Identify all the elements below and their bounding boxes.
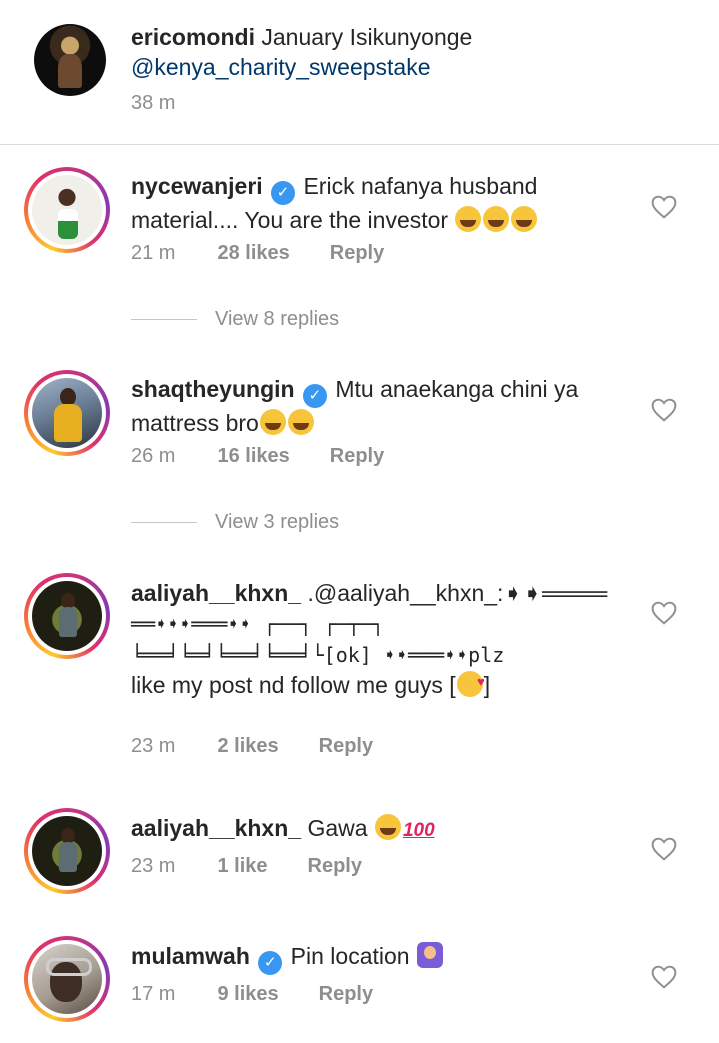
comment-likes-count[interactable]: 2 likes: [217, 735, 278, 758]
heart-outline-icon[interactable]: [651, 195, 677, 219]
comment-time: 23 m: [131, 855, 176, 877]
comment-likes-count[interactable]: 16 likes: [217, 445, 289, 468]
caption-username[interactable]: ericomondi: [131, 24, 255, 50]
verified-badge-icon: ✓: [271, 181, 296, 205]
verified-badge-icon: ✓: [302, 384, 327, 408]
comment-time: 23 m: [131, 735, 176, 757]
face-with-tears-of-joy-emoji-icon: [287, 409, 314, 435]
comment-text: aaliyah__khxn_ .@aaliyah__khxn_:➧➧════ ═…: [131, 578, 651, 700]
author-avatar[interactable]: [34, 24, 106, 96]
comment-meta: 21 m 28 likes Reply: [131, 242, 384, 265]
comment-body-line4: like my post nd follow me guys [: [131, 672, 456, 698]
comment-meta: 17 m 9 likes Reply: [131, 983, 373, 1006]
rolling-on-floor-laughing-emoji-icon: [511, 206, 538, 232]
comment-username[interactable]: aaliyah__khxn_: [131, 815, 301, 841]
comment-text: nycewanjeri ✓ Erick nafanya husband mate…: [131, 171, 538, 235]
reply-button[interactable]: Reply: [330, 445, 384, 468]
reply-button[interactable]: Reply: [308, 855, 362, 878]
comment-username[interactable]: nycewanjeri: [131, 173, 263, 199]
face-with-tears-of-joy-emoji-icon: [374, 814, 401, 840]
comment-time: 17 m: [131, 983, 176, 1005]
comment-body-line2: ══➧➧➧═══➧➧ ┌──┐ ┌─┬─┐: [131, 612, 384, 636]
heart-outline-icon[interactable]: [651, 601, 677, 625]
divider: [131, 522, 197, 523]
comment-meta: 26 m 16 likes Reply: [131, 445, 384, 468]
comment-text: mulamwah ✓ Pin location: [131, 941, 444, 975]
comment-meta: 23 m 2 likes Reply: [131, 735, 373, 758]
rolling-on-floor-laughing-emoji-icon: [455, 206, 482, 232]
divider: [131, 319, 197, 320]
comment-likes-count[interactable]: 28 likes: [217, 242, 289, 265]
comment-body-line1: .@aaliyah__khxn_:➧➧════: [307, 580, 608, 606]
face-blowing-a-kiss-emoji-icon: [456, 667, 485, 697]
comment-body-line2: mattress bro: [131, 410, 259, 436]
reply-button[interactable]: Reply: [319, 735, 373, 758]
commenter-avatar[interactable]: [24, 167, 110, 253]
verified-badge-icon: ✓: [258, 951, 283, 975]
comment-username[interactable]: mulamwah: [131, 943, 250, 969]
comment-username[interactable]: aaliyah__khxn_: [131, 580, 301, 606]
view-replies-label: View 8 replies: [215, 308, 340, 330]
view-replies-button[interactable]: View 8 replies: [131, 308, 339, 331]
commenter-avatar[interactable]: [24, 573, 110, 659]
woman-gesturing-no-emoji-icon: [416, 942, 443, 968]
view-replies-button[interactable]: View 3 replies: [131, 511, 339, 534]
heart-outline-icon[interactable]: [651, 398, 677, 422]
comment-body-line1: Mtu anaekanga chini ya: [335, 376, 579, 402]
commenter-avatar[interactable]: [24, 370, 110, 456]
comment-body-line1: Pin location: [290, 943, 410, 969]
caption-mention-link[interactable]: @kenya_charity_sweepstake: [131, 54, 431, 80]
comment-time: 21 m: [131, 242, 176, 264]
commenter-avatar[interactable]: [24, 808, 110, 894]
post-caption: ericomondi January Isikunyonge @kenya_ch…: [0, 0, 719, 145]
heart-outline-icon[interactable]: [651, 837, 677, 861]
rolling-on-floor-laughing-emoji-icon: [483, 206, 510, 232]
caption-meta: 38 m: [131, 92, 175, 115]
caption-text: ericomondi January Isikunyonge @kenya_ch…: [131, 22, 472, 82]
hundred-points-emoji-icon: 100: [402, 820, 435, 841]
reply-button[interactable]: Reply: [330, 242, 384, 265]
comment-time: 26 m: [131, 445, 176, 467]
comment-body-line3: ╘══╛╘═╛╘══╛╘══╛└[ok] ➧➧═══➧➧plz: [131, 643, 505, 667]
comment-body-line2: material.... You are the investor: [131, 207, 449, 233]
reply-button[interactable]: Reply: [319, 983, 373, 1006]
comment-body-line1: Gawa: [307, 815, 368, 841]
view-replies-label: View 3 replies: [215, 511, 340, 533]
face-with-tears-of-joy-emoji-icon: [259, 409, 286, 435]
comment-body-line1: Erick nafanya husband: [303, 173, 538, 199]
commenter-avatar[interactable]: [24, 936, 110, 1022]
caption-body: January Isikunyonge: [261, 24, 473, 50]
caption-time: 38 m: [131, 92, 176, 114]
heart-outline-icon[interactable]: [651, 965, 677, 989]
comment-likes-count[interactable]: 9 likes: [217, 983, 278, 1006]
comment-username[interactable]: shaqtheyungin: [131, 376, 295, 402]
comment-text: shaqtheyungin ✓ Mtu anaekanga chini ya m…: [131, 374, 578, 438]
comment-meta: 23 m 1 like Reply: [131, 855, 362, 878]
comment-text: aaliyah__khxn_ Gawa 100: [131, 813, 436, 843]
comment-likes-count[interactable]: 1 like: [217, 855, 267, 878]
